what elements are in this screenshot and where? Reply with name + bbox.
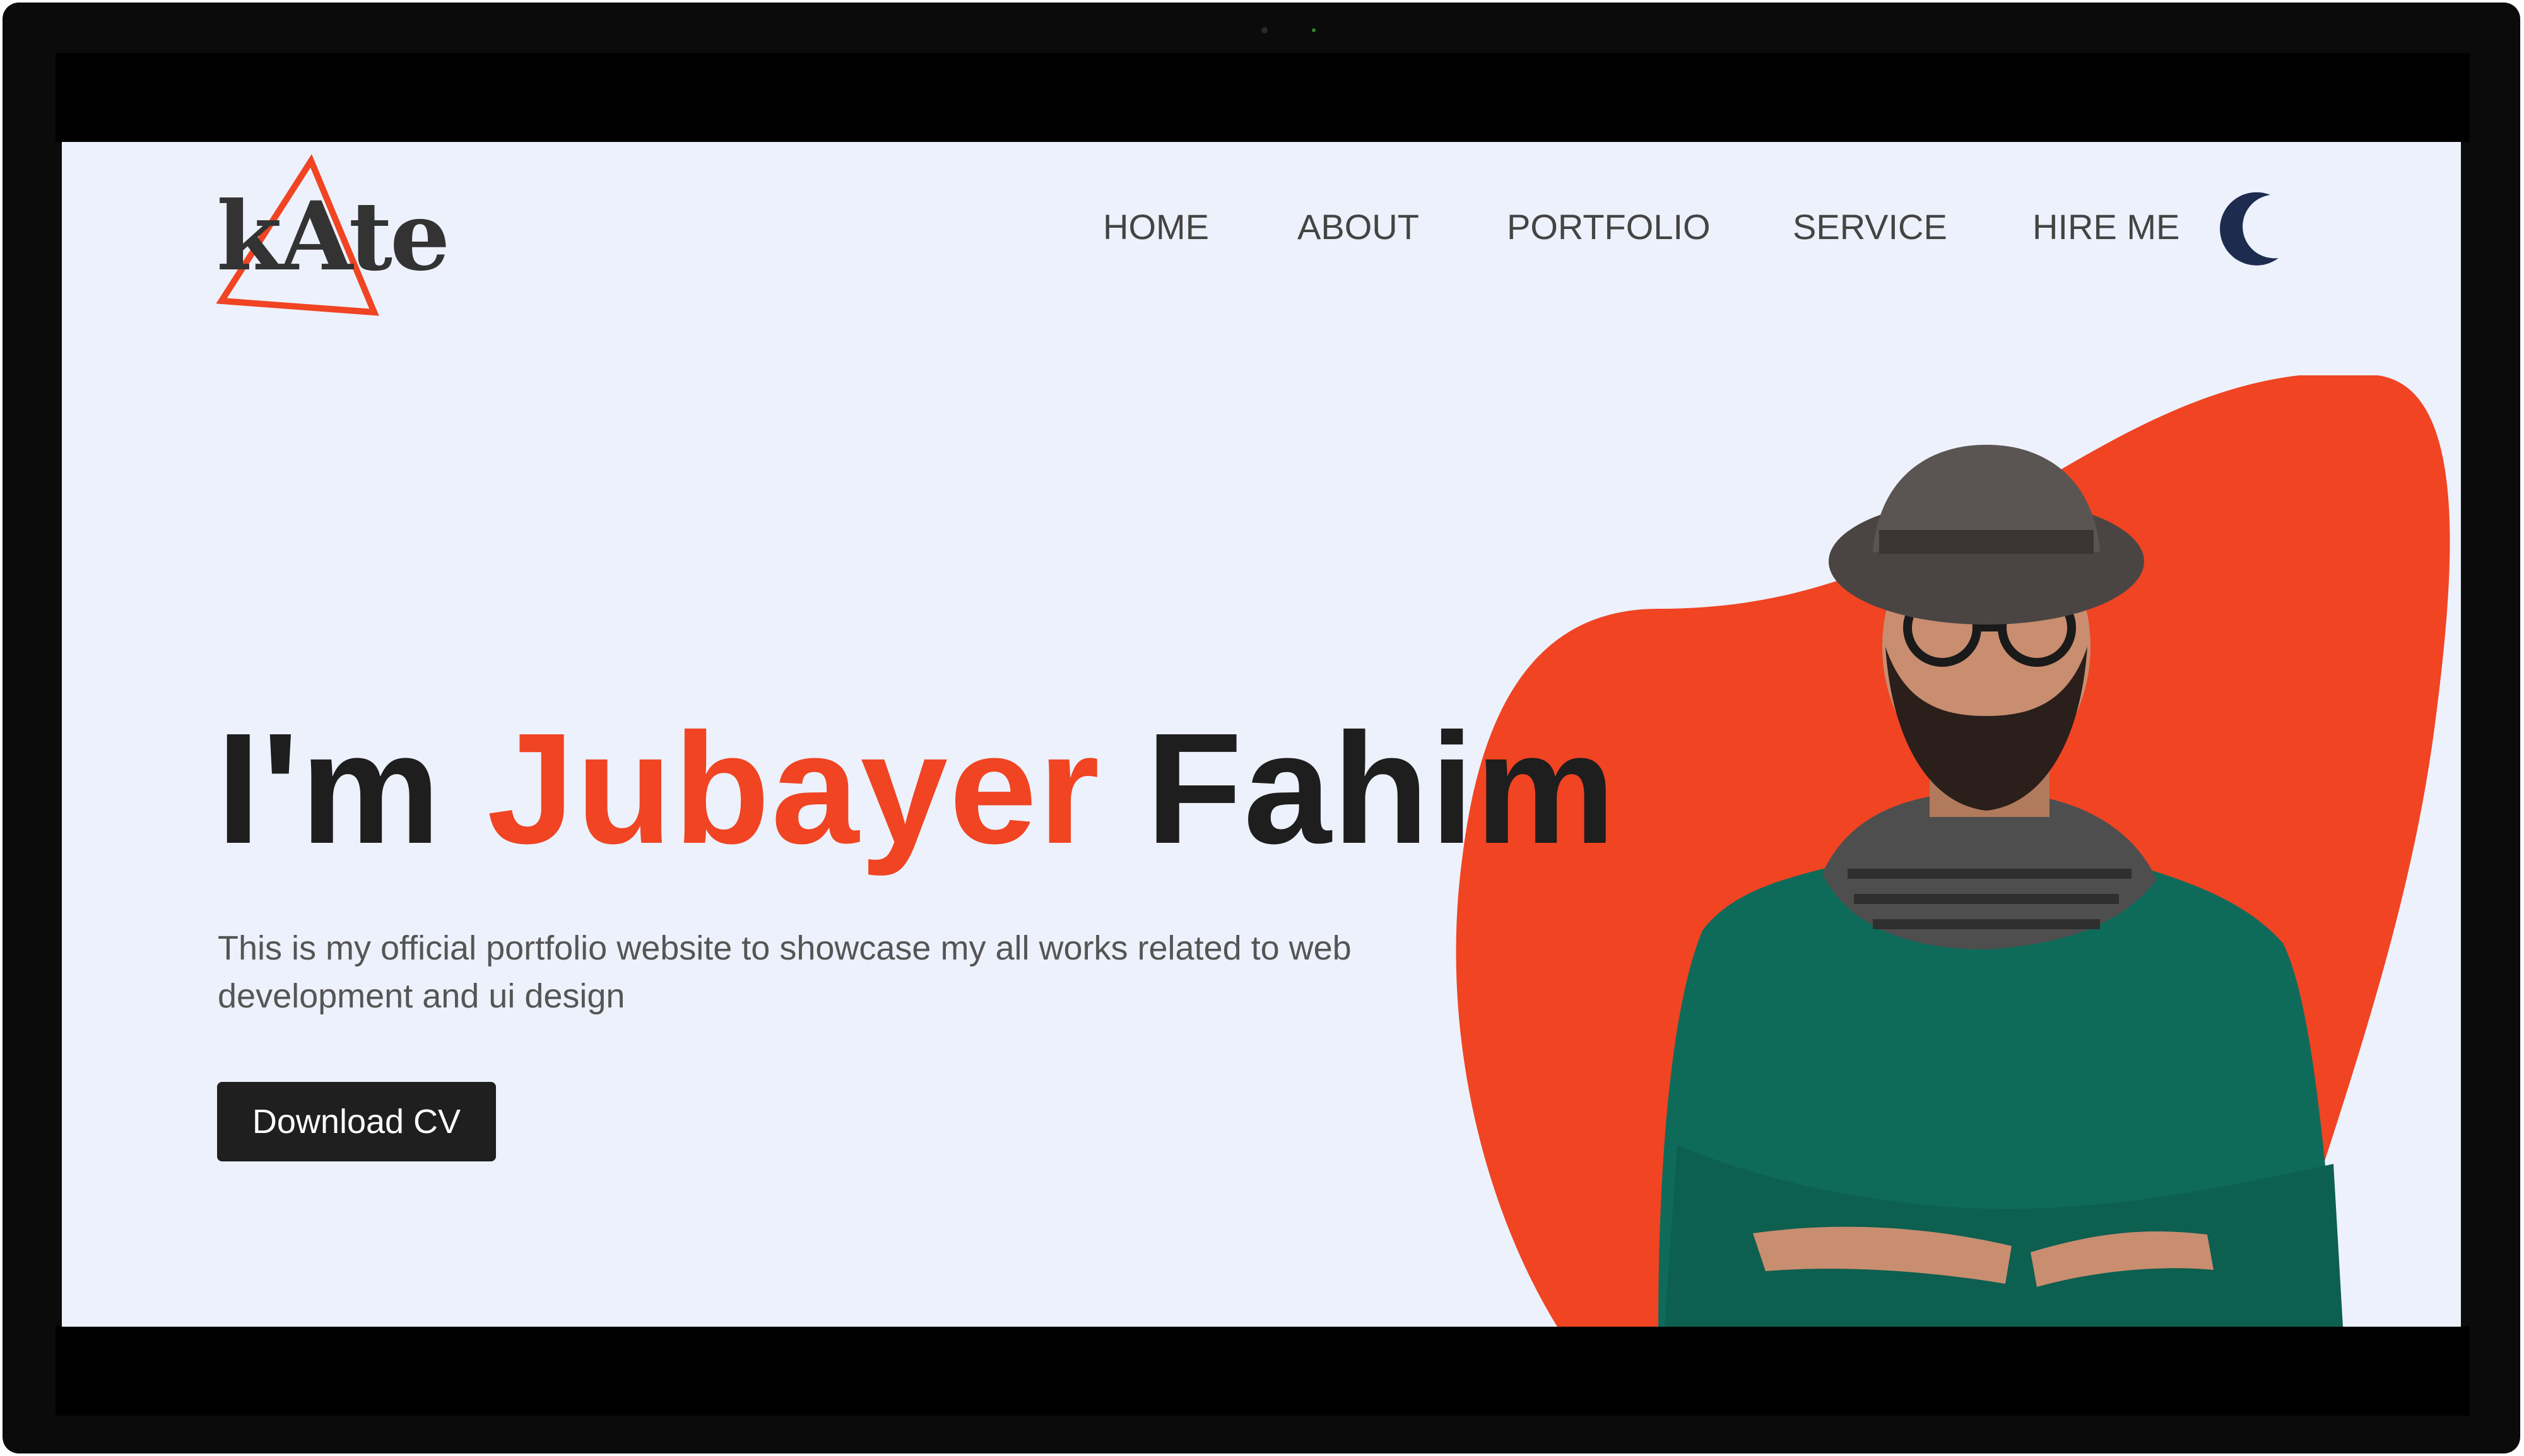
screen-bottom-bar (56, 1326, 2470, 1416)
camera-icon (1261, 27, 1268, 33)
nav-item-service[interactable]: SERVICE (1793, 206, 1947, 247)
moon-icon[interactable] (2210, 187, 2286, 269)
nav-item-home[interactable]: HOME (1103, 206, 1209, 247)
hero-title: I'm Jubayer Fahim (216, 710, 1617, 867)
hero-greeting: I'm (216, 700, 442, 876)
nav-item-about[interactable]: ABOUT (1297, 206, 1419, 247)
download-cv-button[interactable]: Download CV (217, 1082, 496, 1161)
nav-item-hire-me[interactable]: HIRE ME (2032, 206, 2179, 247)
portrait-photo (1658, 445, 2343, 1327)
hero-description: This is my official portfolio website to… (218, 929, 1352, 1015)
webpage-viewport: kAte HOME ABOUT PORTFOLIO SERVICE HIRE M… (62, 142, 2461, 1327)
nav-item-portfolio[interactable]: PORTFOLIO (1507, 206, 1711, 247)
hero-first-name: Jubayer (487, 700, 1101, 876)
camera-light-icon (1312, 28, 1316, 32)
hero-last-name: Fahim (1146, 700, 1617, 876)
logo-text: kAte (216, 181, 450, 292)
site-logo[interactable]: kAte (216, 154, 450, 319)
screen-top-bar (56, 53, 2470, 143)
